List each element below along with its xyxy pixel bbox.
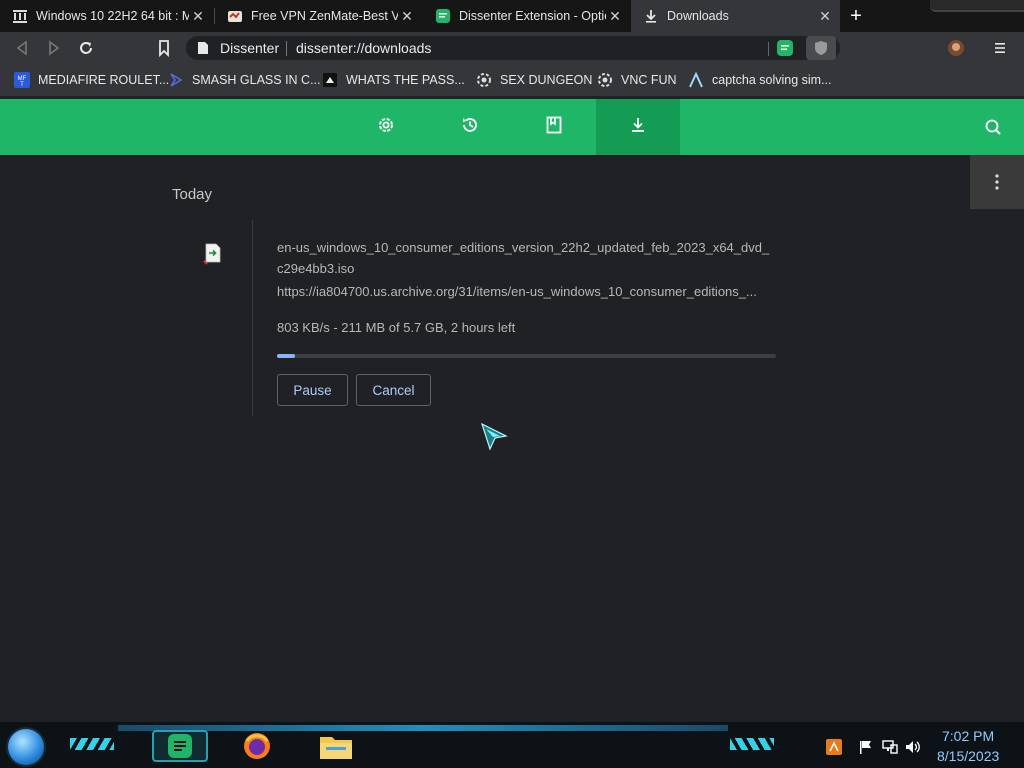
tab-zenmate[interactable]: Free VPN ZenMate-Best VPN ✕ — [215, 0, 422, 32]
zenmate-icon — [227, 8, 243, 24]
history-icon — [460, 115, 480, 140]
omnibox-extension-divider — [768, 42, 769, 56]
bookmark-item[interactable]: MF T MEDIAFIRE ROULET... — [14, 64, 169, 96]
tab-title: Dissenter Extension - Option — [459, 9, 606, 23]
bookmark-label: WHATS THE PASS... — [346, 73, 465, 87]
new-tab-button[interactable]: + — [846, 6, 866, 26]
reload-icon[interactable] — [76, 38, 96, 58]
section-date-header: Today — [172, 186, 213, 203]
gear-logo-icon — [597, 72, 613, 88]
bookmark-label: captcha solving sim... — [712, 73, 832, 87]
tray-app-icon[interactable] — [826, 739, 842, 755]
bookmark-label: SMASH GLASS IN C... — [192, 73, 321, 87]
tab-title: Downloads — [667, 9, 729, 23]
bookmark-item[interactable]: captcha solving sim... — [688, 64, 832, 96]
item-divider — [252, 220, 253, 416]
history-nav-button[interactable] — [428, 99, 512, 155]
bookmark-label: MEDIAFIRE ROULET... — [38, 73, 170, 87]
download-filename-link[interactable]: en-us_windows_10_consumer_editions_versi… — [277, 237, 775, 279]
tab-dissenter-options[interactable]: Dissenter Extension - Option ✕ — [423, 0, 630, 32]
close-icon[interactable]: ✕ — [398, 8, 416, 25]
gear-logo-icon — [476, 72, 492, 88]
search-icon[interactable] — [980, 115, 1006, 139]
download-source-url[interactable]: https://ia804700.us.archive.org/31/items… — [277, 284, 775, 299]
taskbar-decoration-right — [730, 738, 774, 750]
network-icon[interactable] — [882, 739, 898, 755]
taskbar-decoration-left — [70, 738, 114, 750]
tab-windows-archive[interactable]: Windows 10 22H2 64 bit : Mi ✕ — [0, 0, 213, 32]
file-explorer-icon[interactable] — [318, 731, 354, 761]
downloads-app-bar — [0, 99, 1024, 155]
bookmark-label: VNC FUN — [621, 73, 677, 87]
pass-icon — [322, 72, 338, 88]
flag-icon[interactable] — [858, 739, 874, 755]
clock-time[interactable]: 7:02 PM — [942, 728, 994, 744]
tab-downloads[interactable]: Downloads ✕ — [631, 0, 840, 32]
site-label: Dissenter — [220, 40, 280, 56]
tab-title: Windows 10 22H2 64 bit : Mi — [36, 9, 189, 23]
more-options-button[interactable] — [970, 155, 1024, 209]
close-icon[interactable]: ✕ — [189, 8, 207, 25]
forward-icon[interactable] — [44, 38, 64, 58]
close-icon[interactable]: ✕ — [816, 8, 834, 25]
bookmark-item[interactable]: SEX DUNGEON — [476, 64, 592, 96]
window-corner — [930, 0, 1024, 12]
avatar[interactable] — [946, 38, 966, 58]
menu-icon[interactable] — [990, 38, 1010, 58]
url-text: dissenter://downloads — [296, 40, 432, 56]
clock-date[interactable]: 8/15/2023 — [937, 748, 999, 764]
dissenter-taskbar-icon[interactable] — [152, 730, 208, 762]
page-icon — [196, 41, 210, 55]
svg-text:T: T — [20, 82, 24, 88]
bookmark-label: SEX DUNGEON — [500, 73, 593, 87]
file-icon — [203, 242, 225, 266]
caret-logo-icon — [688, 72, 704, 88]
back-icon[interactable] — [12, 38, 32, 58]
downloads-nav-button[interactable] — [596, 99, 680, 155]
mouse-cursor-icon — [480, 422, 510, 452]
dissenter-extension-icon[interactable] — [776, 39, 794, 57]
dissenter-icon — [435, 8, 451, 24]
gear-icon — [376, 115, 396, 140]
cancel-button[interactable]: Cancel — [356, 374, 431, 406]
address-bar[interactable]: Dissenter dissenter://downloads — [186, 36, 840, 60]
tab-strip: Windows 10 22H2 64 bit : Mi ✕ Free VPN Z… — [0, 0, 1024, 32]
start-button[interactable] — [8, 729, 44, 765]
bookmarks-icon — [544, 115, 564, 140]
bookmarks-nav-button[interactable] — [512, 99, 596, 155]
pause-button[interactable]: Pause — [277, 374, 348, 406]
bookmarks-bar: MF T MEDIAFIRE ROULET... SMASH GLASS IN C… — [0, 64, 1024, 96]
download-icon — [643, 8, 659, 24]
bookmark-icon[interactable] — [154, 38, 174, 58]
progress-fill — [277, 354, 296, 358]
mediafire-icon: MF T — [14, 72, 30, 88]
close-icon[interactable]: ✕ — [606, 8, 624, 25]
kebab-icon — [995, 174, 999, 190]
download-status: 803 KB/s - 211 MB of 5.7 GB, 2 hours lef… — [277, 320, 516, 335]
bookmark-item[interactable]: SMASH GLASS IN C... — [168, 64, 321, 96]
shield-icon[interactable] — [806, 36, 836, 60]
archive-icon — [12, 8, 28, 24]
download-progress-bar — [277, 354, 776, 358]
smash-icon — [168, 72, 184, 88]
download-icon — [628, 115, 648, 140]
omnibox-divider — [286, 41, 287, 56]
bookmark-item[interactable]: VNC FUN — [597, 64, 677, 96]
firefox-icon[interactable] — [242, 731, 272, 761]
bookmark-item[interactable]: WHATS THE PASS... — [322, 64, 465, 96]
settings-nav-button[interactable] — [344, 99, 428, 155]
taskbar-decoration — [118, 725, 728, 731]
tab-title: Free VPN ZenMate-Best VPN — [251, 9, 398, 23]
volume-icon[interactable] — [905, 739, 921, 755]
